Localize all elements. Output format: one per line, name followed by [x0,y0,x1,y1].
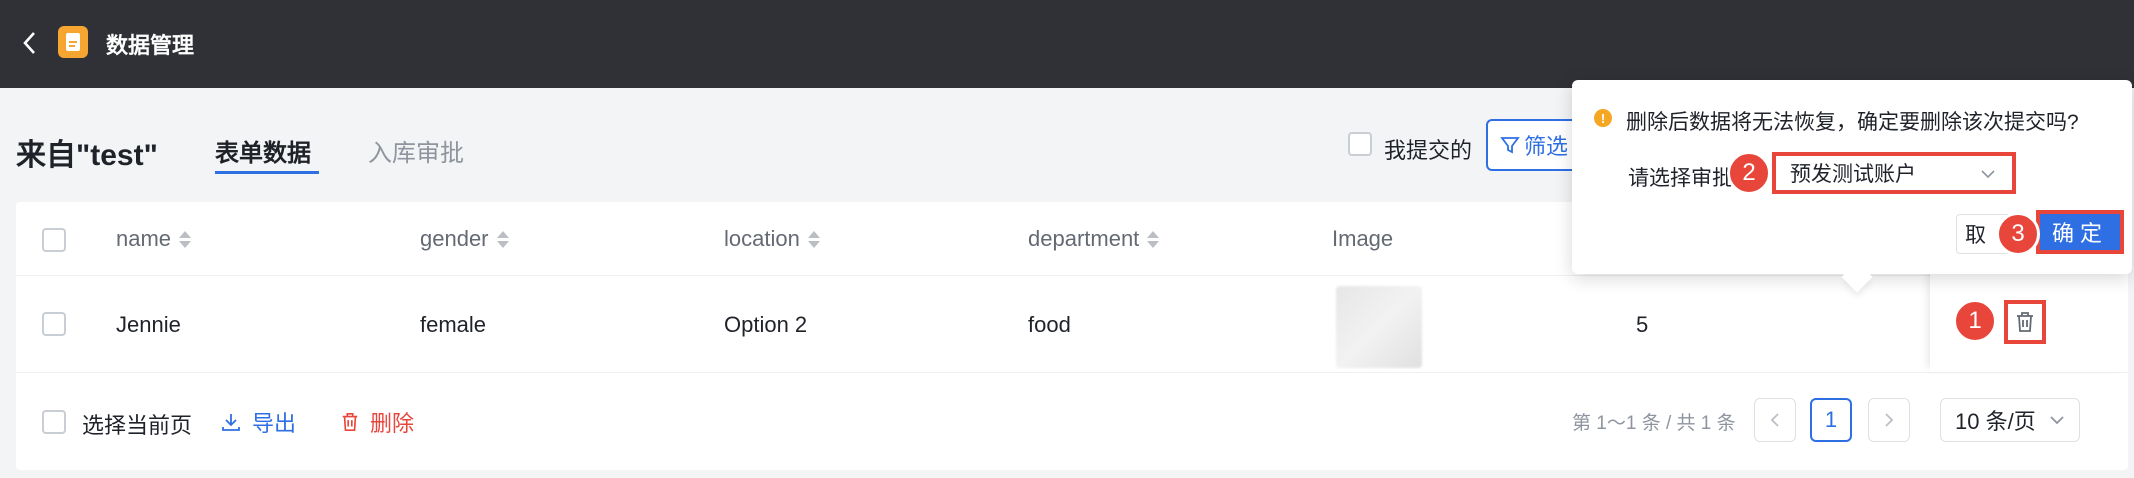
step-badge-1: 1 [1953,299,1997,343]
cell-gender: female [420,312,487,337]
chevron-right-icon [1885,413,1894,427]
sort-icon[interactable] [807,230,820,248]
column-header-name[interactable]: name [116,226,192,252]
document-icon [58,26,88,58]
cell-name: Jennie [116,312,181,337]
mine-label: 我提交的 [1384,138,1473,163]
select-page-checkbox[interactable] [42,410,66,434]
select-page-label: 选择当前页 [82,413,193,438]
prev-page-button[interactable] [1754,398,1796,442]
chevron-left-icon [1770,413,1779,427]
page-title: 来自"test" [16,139,158,172]
chevron-down-icon [1981,170,1995,179]
step-badge-3: 3 [1996,212,2040,256]
column-header-location[interactable]: location [724,226,820,252]
filter-button[interactable]: 筛选 [1486,119,1586,171]
download-icon [222,414,240,431]
tab-form-data[interactable]: 表单数据 [215,133,311,168]
column-header-department[interactable]: department [1028,226,1160,252]
filter-icon [1500,137,1520,154]
app-title: 数据管理 [106,33,195,58]
column-header-gender[interactable]: gender [420,226,509,252]
page-size-select[interactable]: 10 条/页 [1940,398,2080,442]
row-delete-button[interactable] [2004,300,2046,344]
filter-label: 筛选 [1524,134,1569,159]
row-checkbox[interactable] [42,312,66,336]
mine-checkbox[interactable] [1348,132,1372,156]
approver-select[interactable]: 预发测试账户 [1772,152,2016,194]
top-bar [0,0,2134,88]
trash-icon [2017,312,2033,332]
trash-icon [342,413,358,431]
tab-storage-approval[interactable]: 入库审批 [368,133,464,168]
cell-location: Option 2 [724,312,808,337]
cell-department: food [1028,312,1071,337]
warning-icon: ! [1594,109,1612,127]
cell-extra: 5 [1636,312,1649,337]
column-header-image: Image [1332,226,1394,251]
sort-icon[interactable] [179,230,192,248]
sort-icon[interactable] [1147,230,1160,248]
bulk-delete-button[interactable]: 删除 [340,406,414,438]
next-page-button[interactable] [1868,398,1910,442]
select-all-checkbox[interactable] [42,228,66,252]
row-divider [16,372,2128,373]
pagination-info: 第 1～1 条 / 共 1 条 [1572,413,1736,434]
confirm-message: 删除后数据将无法恢复，确定要删除该次提交吗? [1626,111,2079,134]
confirm-button[interactable]: 确定 [2040,214,2120,250]
active-tab-indicator [215,171,319,174]
chevron-left-icon[interactable] [20,30,40,56]
image-thumbnail[interactable] [1336,286,1422,368]
export-button[interactable]: 导出 [220,406,296,438]
chevron-down-icon [2050,416,2064,425]
page-number-button[interactable]: 1 [1810,398,1852,442]
sort-icon[interactable] [496,230,509,248]
approver-select-label: 请选择审批 [1628,167,1733,190]
step-badge-2: 2 [1727,151,1771,195]
